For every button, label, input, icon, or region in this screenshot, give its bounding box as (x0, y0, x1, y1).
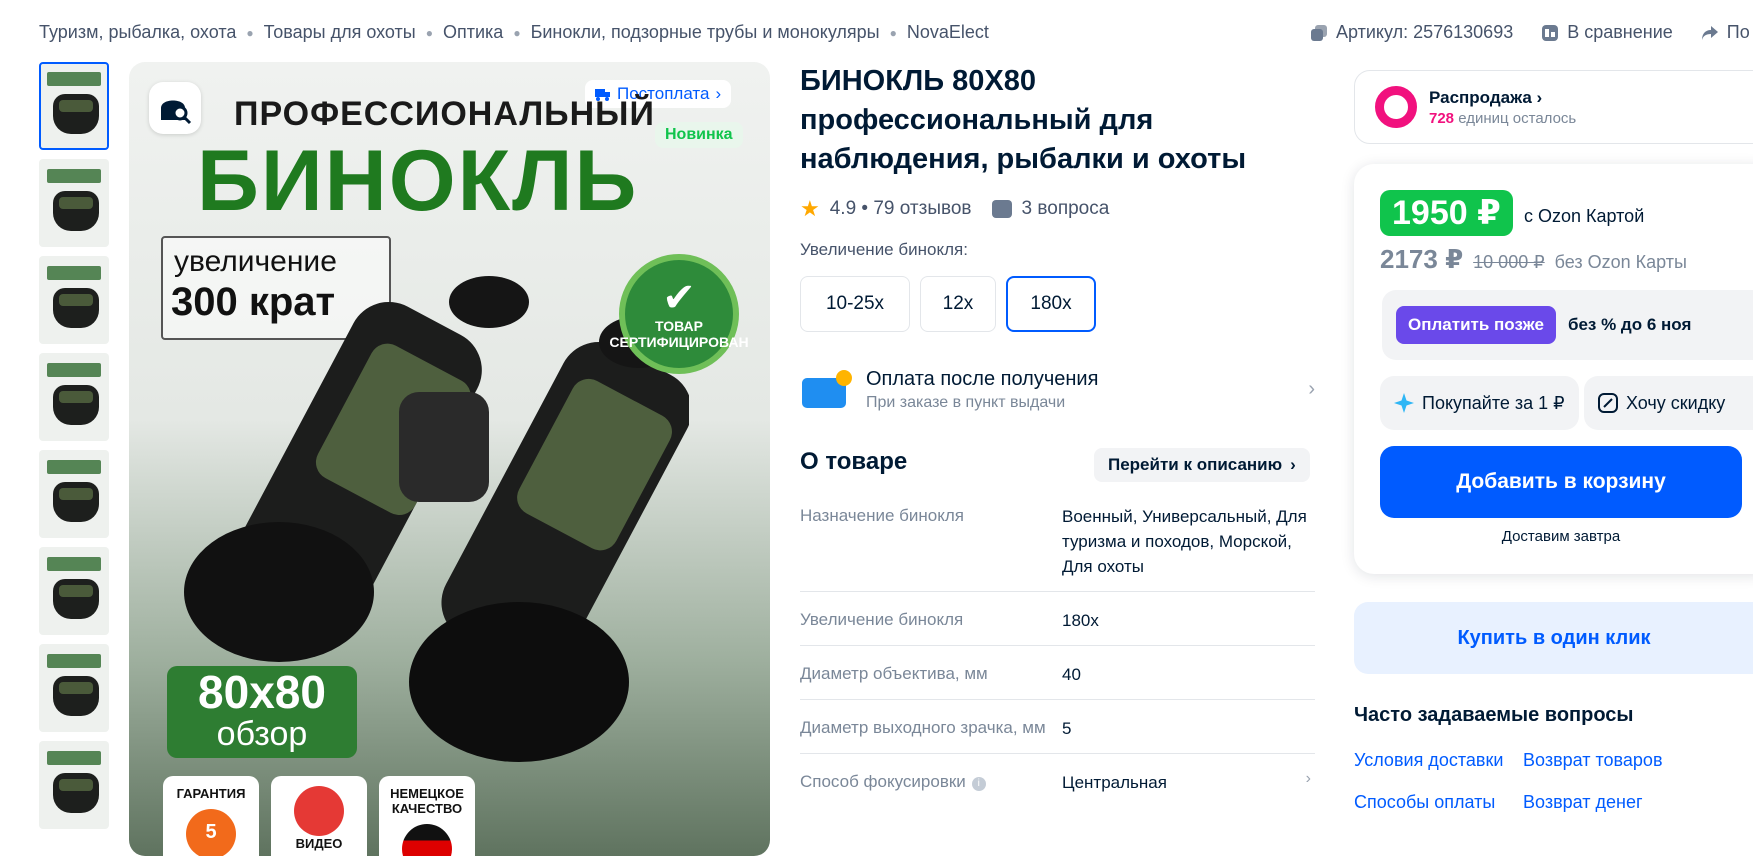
variant-option[interactable]: 10-25x (800, 276, 910, 332)
sku-copy[interactable]: Артикул: 2576130693 (1310, 22, 1513, 43)
compare-icon (1542, 24, 1559, 41)
spec-row: Назначение бинокля Военный, Универсальный… (800, 500, 1315, 592)
rating-reviews[interactable]: 4.9 • 79 отзывов (830, 198, 972, 220)
rating-row: ★ 4.9 • 79 отзывов 3 вопроса (800, 196, 1109, 222)
sparkle-icon (1394, 393, 1414, 413)
chevron-right-icon: › (1305, 770, 1311, 787)
price-regular-row: 2173 ₽ 10 000 ₽ без Ozon Карты (1380, 244, 1687, 275)
promo-big: 80x80 (198, 666, 326, 718)
thumbnail[interactable] (39, 353, 109, 441)
breadcrumb-item[interactable]: Туризм, рыбалка, охота (39, 22, 236, 43)
share-icon (1701, 25, 1718, 40)
new-badge: Новинка (655, 122, 743, 148)
feature-german-quality: НЕМЕЦКОЕ КАЧЕСТВО (379, 776, 475, 856)
thumbnail[interactable] (39, 62, 109, 150)
top-actions: Артикул: 2576130693 В сравнение По (1310, 22, 1753, 43)
thumbnail-list (39, 62, 111, 838)
faq-link-payment[interactable]: Способы оплаты (1354, 792, 1495, 813)
checkmark-icon: ✔ (662, 276, 696, 320)
price-with-card: 1950 ₽ (1380, 190, 1513, 236)
spec-row[interactable]: Способ фокусировки i Центральная › (800, 766, 1315, 807)
chevron-right-icon: › (1308, 378, 1315, 400)
breadcrumb-item[interactable]: NovaElect (907, 22, 989, 43)
image-search-icon (161, 100, 192, 125)
visual-search-button[interactable] (149, 82, 201, 134)
sku-label: Артикул: 2576130693 (1336, 22, 1514, 42)
breadcrumb: Туризм, рыбалка, охота ● Товары для охоты… (39, 22, 989, 43)
chevron-right-icon: › (715, 84, 722, 103)
price-with-card-note: с Ozon Картой (1524, 206, 1645, 226)
sale-title: Распродажа (1429, 87, 1532, 107)
one-click-buy-button[interactable]: Купить в один клик (1354, 602, 1753, 674)
copy-icon (1311, 24, 1327, 41)
chat-icon (991, 200, 1012, 218)
buy-for-1-chip[interactable]: Покупайте за 1 ₽ (1380, 376, 1579, 430)
thumbnail[interactable] (39, 256, 109, 344)
pay-later-text: без % до 6 ноя (1567, 315, 1692, 334)
variant-selector: 10-25x 12x 180x (800, 276, 1096, 332)
spec-row: Диаметр объектива, мм 40 (800, 658, 1315, 700)
faq-link-refund[interactable]: Возврат денег (1523, 792, 1643, 813)
questions-link[interactable]: 3 вопроса (991, 198, 1109, 220)
delivery-note: Доставим завтра (1501, 528, 1621, 545)
pay-later-button[interactable]: Оплатить позже (1396, 306, 1556, 344)
share-label: По (1726, 22, 1750, 42)
feature-warranty: ГАРАНТИЯ 5 ЛЕТ (163, 776, 259, 856)
image-headline-top: ПРОФЕССИОНАЛЬНЫЙ (234, 95, 655, 133)
sale-ring-icon (1375, 86, 1417, 128)
image-headline-main: БИНОКЛЬ (197, 133, 639, 229)
certified-seal: ✔ ТОВАР СЕРТИФИЦИРОВАН (609, 254, 749, 374)
price-old: 10 000 ₽ (1473, 252, 1545, 272)
goto-description-button[interactable]: Перейти к описанию › (1094, 448, 1310, 482)
product-title: БИНОКЛЬ 80Х80 профессиональный для наблю… (800, 65, 1247, 175)
spec-row: Увеличение бинокля 180x (800, 604, 1315, 646)
price-card: 1950 ₽ с Ozon Картой 2173 ₽ 10 000 ₽ без… (1354, 164, 1753, 574)
breadcrumb-item[interactable]: Товары для охоты (264, 22, 416, 43)
sale-banner[interactable]: Распродажа › 728 единиц осталось (1354, 70, 1753, 144)
promo-small: обзор (216, 715, 308, 753)
promo-badge: 80x80 обзор (167, 666, 357, 758)
feature-video: ВИДЕО (271, 776, 367, 856)
discount-icon (1598, 393, 1618, 413)
breadcrumb-item[interactable]: Бинокли, подзорные трубы и монокуляры (531, 22, 880, 43)
faq-link-delivery[interactable]: Условия доставки (1354, 750, 1503, 771)
chevron-right-icon: › (1290, 455, 1296, 474)
sale-count: 728 (1429, 109, 1455, 127)
card-icon (800, 368, 852, 412)
pay-after-receipt[interactable]: Оплата после получения При заказе в пунк… (800, 362, 1315, 418)
price-regular-note: без Ozon Карты (1554, 252, 1687, 272)
chevron-right-icon: › (1536, 87, 1543, 107)
faq-link-returns[interactable]: Возврат товаров (1523, 750, 1663, 771)
star-icon: ★ (800, 196, 820, 221)
about-title: О товаре (800, 448, 908, 475)
info-icon[interactable]: i (971, 777, 986, 791)
faq-title: Часто задаваемые вопросы (1354, 704, 1634, 726)
variant-option-selected[interactable]: 180x (1006, 276, 1096, 332)
variant-label: Увеличение бинокля: (800, 240, 968, 259)
thumbnail[interactable] (39, 159, 109, 247)
share-button[interactable]: По (1701, 22, 1750, 43)
price-regular: 2173 ₽ (1380, 244, 1464, 274)
pay-later-row[interactable]: Оплатить позже без % до 6 ноя (1382, 290, 1753, 360)
spec-list: Назначение бинокля Военный, Универсальный… (800, 500, 1315, 819)
play-icon (294, 786, 344, 836)
variant-option[interactable]: 12x (920, 276, 996, 332)
compare-label: В сравнение (1567, 22, 1673, 42)
pay-after-sub: При заказе в пункт выдачи (866, 394, 1066, 411)
want-discount-chip[interactable]: Хочу скидку (1584, 376, 1753, 430)
add-to-cart-button[interactable]: Добавить в корзину (1380, 446, 1742, 518)
spec-row: Диаметр выходного зрачка, мм 5 (800, 712, 1315, 754)
breadcrumb-item[interactable]: Оптика (443, 22, 503, 43)
thumbnail[interactable] (39, 644, 109, 732)
compare-button[interactable]: В сравнение (1541, 22, 1673, 43)
thumbnail[interactable] (39, 547, 109, 635)
thumbnail[interactable] (39, 450, 109, 538)
flag-icon (402, 824, 452, 856)
pay-after-title: Оплата после получения (866, 368, 1099, 390)
main-product-image[interactable]: Постоплата › Новинка ПРОФЕССИОНАЛЬНЫЙ БИ… (129, 62, 770, 856)
thumbnail[interactable] (39, 741, 109, 829)
